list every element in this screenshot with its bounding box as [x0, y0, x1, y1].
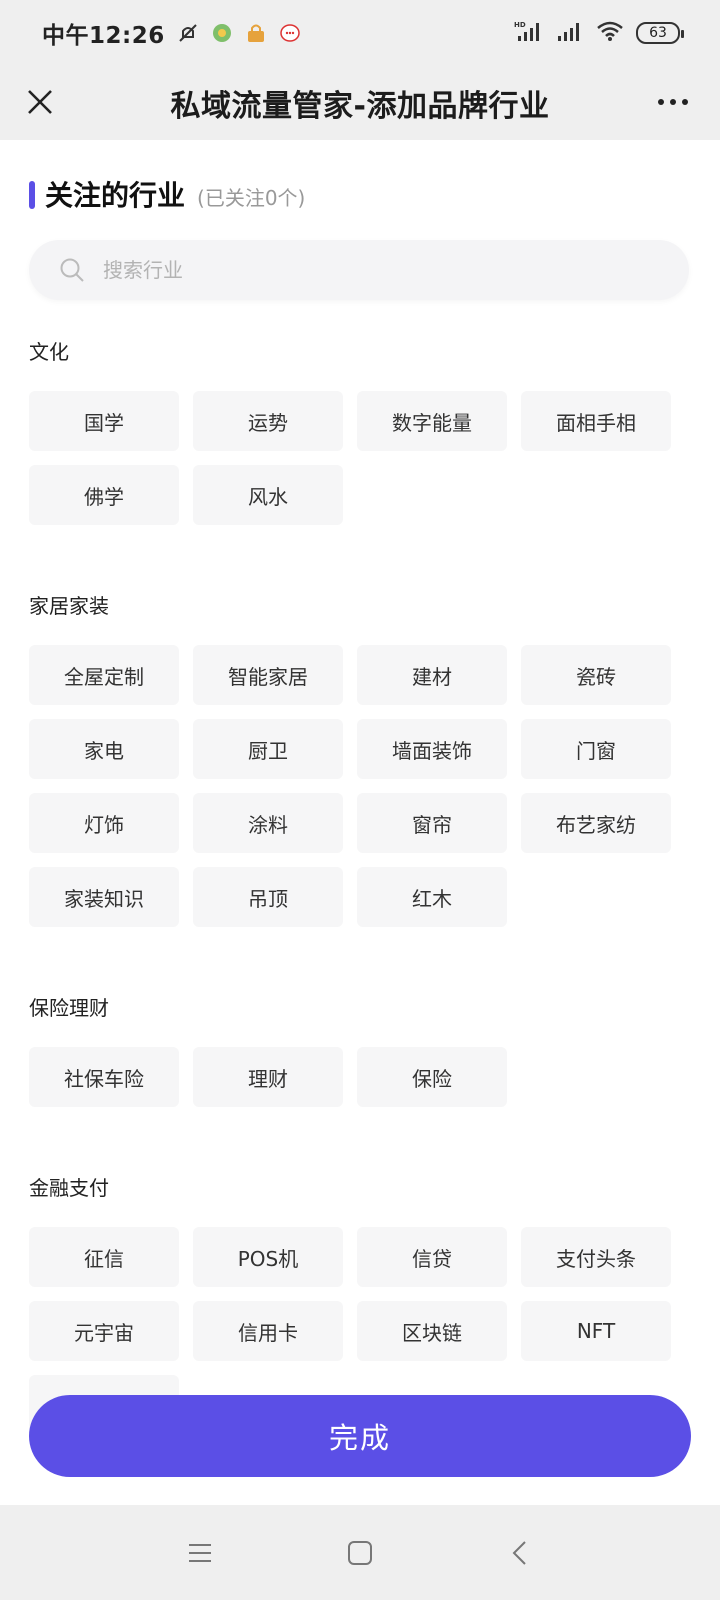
system-nav-bar: [0, 1505, 720, 1600]
category-label: 文化: [29, 340, 69, 364]
industry-tag[interactable]: 家电: [29, 719, 179, 779]
tag-grid: 社保车险 理财 保险: [29, 1047, 699, 1107]
industry-tag[interactable]: 信贷: [357, 1227, 507, 1287]
industry-tag[interactable]: 灯饰: [29, 793, 179, 853]
lock-app-icon: [245, 22, 267, 44]
industry-tag[interactable]: 墙面装饰: [357, 719, 507, 779]
industry-tag[interactable]: 理财: [193, 1047, 343, 1107]
home-button[interactable]: [340, 1533, 380, 1573]
industry-tag[interactable]: 风水: [193, 465, 343, 525]
chat-app-icon: [279, 22, 301, 44]
industry-tag[interactable]: 建材: [357, 645, 507, 705]
more-dot-icon: [670, 99, 676, 105]
followed-count: (已关注0个): [197, 186, 306, 210]
more-dot-icon: [682, 99, 688, 105]
followed-title: 关注的行业: [45, 179, 186, 212]
followed-header: 关注的行业 (已关注0个): [29, 174, 305, 214]
industry-tag[interactable]: 国学: [29, 391, 179, 451]
category-label: 金融支付: [29, 1176, 109, 1200]
industry-tag[interactable]: 征信: [29, 1227, 179, 1287]
industry-tag[interactable]: 瓷砖: [521, 645, 671, 705]
battery-icon: 63: [636, 22, 684, 44]
hd-signal-icon: HD: [514, 20, 544, 46]
industry-tag[interactable]: 窗帘: [357, 793, 507, 853]
status-left: 中午12:26: [42, 16, 301, 50]
done-button[interactable]: 完成: [29, 1395, 691, 1477]
page-title: 私域流量管家-添加品牌行业: [170, 89, 550, 124]
industry-tag[interactable]: 数字能量: [357, 391, 507, 451]
category-section: 家居家装全屋定制 智能家居 建材 瓷砖家电 厨卫 墙面装饰 门窗灯饰 涂料 窗帘 布艺家纺家装知识…: [29, 590, 699, 927]
content-area[interactable]: 关注的行业 (已关注0个) 文化国学运势数字能量面相手相佛学风水家居家装全屋定制…: [0, 140, 720, 1500]
close-button[interactable]: [18, 80, 62, 124]
industry-tag[interactable]: 红木: [357, 867, 507, 927]
home-icon: [348, 1540, 372, 1565]
industry-tag[interactable]: NFT: [521, 1301, 671, 1361]
category-label: 保险理财: [29, 996, 109, 1020]
title-bar: 私域流量管家-添加品牌行业: [0, 66, 720, 140]
industry-tag[interactable]: 信用卡: [193, 1301, 343, 1361]
industry-tag[interactable]: 支付头条: [521, 1227, 671, 1287]
industry-tag[interactable]: 区块链: [357, 1301, 507, 1361]
industry-tag[interactable]: 运势: [193, 391, 343, 451]
tag-grid: 国学 运势 数字能量 面相手相佛学 风水: [29, 391, 699, 525]
wifi-icon: [596, 20, 624, 46]
tag-grid: 全屋定制 智能家居 建材 瓷砖家电 厨卫 墙面装饰 门窗灯饰 涂料 窗帘 布艺家纺家装知识 吊顶 红木: [29, 645, 699, 927]
category-section: 保险理财 社保车险 理财 保险: [29, 992, 699, 1107]
industry-tag[interactable]: 智能家居: [193, 645, 343, 705]
category-section: 文化国学 运势 数字能量 面相手相佛学 风水: [29, 336, 699, 525]
industry-tag[interactable]: 厨卫: [193, 719, 343, 779]
industry-tag[interactable]: 布艺家纺: [521, 793, 671, 853]
industry-tag[interactable]: 涂料: [193, 793, 343, 853]
more-dot-icon: [658, 99, 664, 105]
industry-tag[interactable]: 保险: [357, 1047, 507, 1107]
industry-tag[interactable]: 佛学: [29, 465, 179, 525]
industry-tag[interactable]: 社保车险: [29, 1047, 179, 1107]
mute-icon: [177, 22, 199, 44]
industry-tag[interactable]: 全屋定制: [29, 645, 179, 705]
industry-tag[interactable]: 家装知识: [29, 867, 179, 927]
back-button[interactable]: [500, 1533, 540, 1573]
signal-icon: [556, 20, 584, 46]
svg-text:HD: HD: [514, 21, 526, 29]
app-notification-icon: [211, 22, 233, 44]
status-right: HD 63: [514, 20, 684, 46]
search-bar[interactable]: [29, 240, 689, 300]
menu-button[interactable]: [180, 1533, 220, 1573]
close-icon: [28, 90, 52, 114]
category-label: 家居家装: [29, 594, 109, 618]
industry-tag[interactable]: 面相手相: [521, 391, 671, 451]
accent-bar: [29, 181, 35, 209]
status-bar: 中午12:26 HD 63: [0, 0, 720, 66]
search-icon: [60, 258, 84, 282]
industry-tag[interactable]: 门窗: [521, 719, 671, 779]
back-icon: [512, 1540, 526, 1565]
search-input[interactable]: [101, 257, 661, 283]
status-time: 中午12:26: [42, 23, 165, 49]
industry-tag[interactable]: POS机: [193, 1227, 343, 1287]
industry-tag[interactable]: 吊顶: [193, 867, 343, 927]
menu-icon: [189, 1543, 211, 1562]
more-button[interactable]: [648, 80, 698, 124]
industry-tag[interactable]: 元宇宙: [29, 1301, 179, 1361]
